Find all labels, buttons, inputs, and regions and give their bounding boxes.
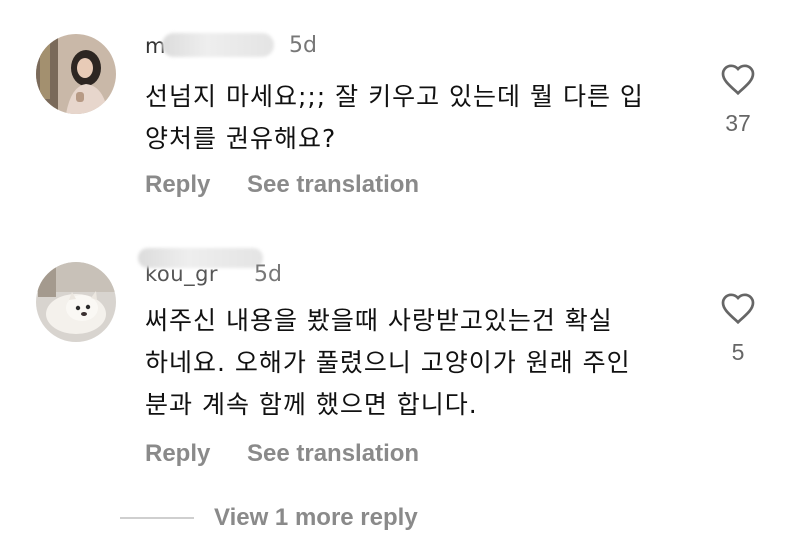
view-more-label[interactable]: View 1 more reply xyxy=(214,504,418,532)
comment-2: kou_gr 5d 써주신 내용을 봤을때 사랑받고있는건 확실 하네요. 오해… xyxy=(0,0,800,500)
comment-line: 하네요. 오해가 풀렸으니 고양이가 원래 주인 xyxy=(145,348,631,377)
avatar[interactable] xyxy=(36,262,116,342)
like-count: 5 xyxy=(731,339,745,365)
heart-outline-icon xyxy=(721,293,755,325)
reply-button[interactable]: Reply xyxy=(145,440,210,468)
comment-line: 써주신 내용을 봤을때 사랑받고있는건 확실 xyxy=(145,306,613,335)
user-avatar-icon xyxy=(36,262,116,342)
comment-line: 분과 계속 함께 했으면 합니다. xyxy=(145,390,478,419)
view-more-replies-button[interactable]: View 1 more reply xyxy=(120,500,418,536)
redacted-username xyxy=(138,248,263,268)
comment-time: 5d xyxy=(254,262,282,287)
see-translation-button[interactable]: See translation xyxy=(247,440,419,468)
divider-line xyxy=(120,517,194,519)
like-button[interactable]: 5 xyxy=(718,291,758,366)
comment-text: 써주신 내용을 봤을때 사랑받고있는건 확실 하네요. 오해가 풀렸으니 고양이… xyxy=(145,300,685,426)
